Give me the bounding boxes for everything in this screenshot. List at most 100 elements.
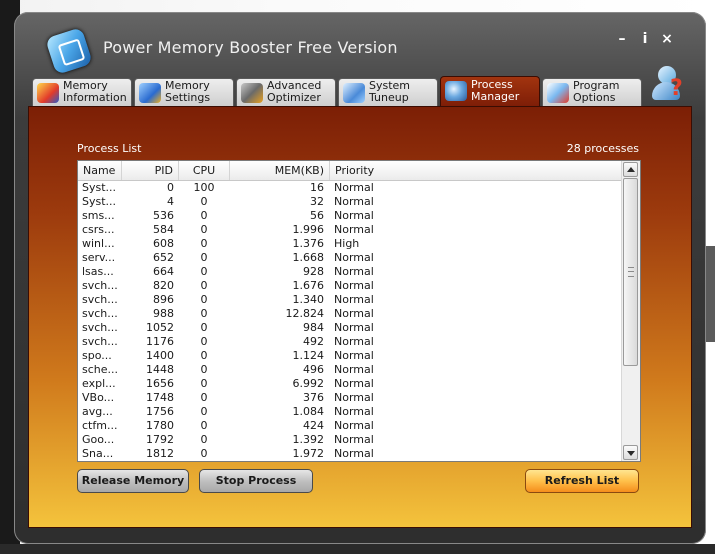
refresh-list-button[interactable]: Refresh List — [525, 469, 639, 493]
process-mem: 1.376 — [292, 237, 325, 250]
table-row[interactable]: spo... 1400 0 1.124 Normal — [78, 349, 621, 363]
process-pid: 584 — [153, 223, 174, 236]
column-header-name[interactable]: Name — [78, 161, 122, 180]
process-mem: 56 — [310, 209, 324, 222]
process-pid: 1656 — [146, 377, 174, 390]
optimizer-icon — [241, 83, 263, 103]
process-mem: 984 — [303, 321, 324, 334]
table-row[interactable]: serv... 652 0 1.668 Normal — [78, 251, 621, 265]
table-row[interactable]: Goo... 1792 0 1.392 Normal — [78, 433, 621, 447]
stop-process-button[interactable]: Stop Process — [199, 469, 313, 493]
tab-process-manager[interactable]: Process Manager — [440, 76, 540, 106]
table-row[interactable]: Syst... 0 100 16 Normal — [78, 181, 621, 195]
table-row[interactable]: Sna... 1812 0 1.972 Normal — [78, 447, 621, 461]
process-cpu: 0 — [200, 405, 208, 418]
table-row[interactable]: svch... 820 0 1.676 Normal — [78, 279, 621, 293]
table-row[interactable]: sche... 1448 0 496 Normal — [78, 363, 621, 377]
table-row[interactable]: winl... 608 0 1.376 High — [78, 237, 621, 251]
minimize-button[interactable]: – — [614, 30, 630, 48]
process-priority: Normal — [334, 447, 374, 460]
desktop-background-bottom — [0, 544, 715, 554]
process-mem: 16 — [310, 181, 324, 194]
process-mem: 492 — [303, 335, 324, 348]
process-priority: Normal — [334, 293, 374, 306]
process-priority: Normal — [334, 195, 374, 208]
title-bar[interactable]: Power Memory Booster Free Version – i × — [14, 12, 706, 76]
tab-program-options[interactable]: Program Options — [542, 78, 642, 106]
process-mem: 1.392 — [292, 433, 325, 446]
process-mem: 6.992 — [292, 377, 325, 390]
table-row[interactable]: Syst... 4 0 32 Normal — [78, 195, 621, 209]
scroll-down-button[interactable] — [623, 445, 638, 460]
table-row[interactable]: avg... 1756 0 1.084 Normal — [78, 405, 621, 419]
process-pid: 1756 — [146, 405, 174, 418]
process-priority: Normal — [334, 405, 374, 418]
tab-system-tuneup[interactable]: System Tuneup — [338, 78, 438, 106]
desktop-background-stripe — [706, 246, 715, 342]
process-list[interactable]: Name PID CPU MEM(KB) Priority Syst... 0 10… — [77, 160, 641, 462]
table-row[interactable]: ctfm... 1780 0 424 Normal — [78, 419, 621, 433]
process-name: svch... — [82, 307, 118, 320]
column-header-mem[interactable]: MEM(KB) — [230, 161, 330, 180]
process-cpu: 0 — [200, 209, 208, 222]
info-button[interactable]: i — [637, 30, 653, 48]
program-options-icon — [547, 83, 569, 103]
process-name: avg... — [82, 405, 113, 418]
help-icon[interactable]: ? — [648, 64, 688, 106]
table-row[interactable]: svch... 896 0 1.340 Normal — [78, 293, 621, 307]
process-cpu: 0 — [200, 251, 208, 264]
scroll-thumb[interactable] — [623, 178, 638, 366]
process-mem: 376 — [303, 391, 324, 404]
column-header-priority[interactable]: Priority — [330, 161, 621, 180]
process-mem: 1.972 — [292, 447, 325, 460]
process-mem: 496 — [303, 363, 324, 376]
process-name: Sna... — [82, 447, 114, 460]
table-row[interactable]: svch... 1052 0 984 Normal — [78, 321, 621, 335]
process-priority: Normal — [334, 433, 374, 446]
process-pid: 1780 — [146, 419, 174, 432]
release-memory-button[interactable]: Release Memory — [77, 469, 189, 493]
process-name: serv... — [82, 251, 116, 264]
process-cpu: 0 — [200, 349, 208, 362]
process-name: expl... — [82, 377, 116, 390]
table-row[interactable]: svch... 988 0 12.824 Normal — [78, 307, 621, 321]
process-pid: 1448 — [146, 363, 174, 376]
tab-advanced-optimizer[interactable]: Advanced Optimizer — [236, 78, 336, 106]
process-list-header: Name PID CPU MEM(KB) Priority — [78, 161, 621, 181]
process-cpu: 0 — [200, 433, 208, 446]
process-name: svch... — [82, 321, 118, 334]
process-priority: Normal — [334, 321, 374, 334]
process-cpu: 0 — [200, 321, 208, 334]
table-row[interactable]: expl... 1656 0 6.992 Normal — [78, 377, 621, 391]
table-row[interactable]: lsas... 664 0 928 Normal — [78, 265, 621, 279]
process-priority: Normal — [334, 419, 374, 432]
close-button[interactable]: × — [659, 30, 675, 48]
process-pid: 4 — [167, 195, 174, 208]
tab-memory-settings[interactable]: Memory Settings — [134, 78, 234, 106]
table-row[interactable]: svch... 1176 0 492 Normal — [78, 335, 621, 349]
tab-memory-information[interactable]: Memory Information — [32, 78, 132, 106]
process-list-scrollbar[interactable] — [621, 161, 640, 461]
tab-label: System Tuneup — [369, 79, 411, 104]
process-cpu: 100 — [193, 181, 215, 194]
process-pid: 1748 — [146, 391, 174, 404]
table-row[interactable]: VBo... 1748 0 376 Normal — [78, 391, 621, 405]
scroll-up-button[interactable] — [623, 162, 638, 177]
process-pid: 1812 — [146, 447, 174, 460]
column-header-cpu[interactable]: CPU — [179, 161, 230, 180]
process-mem: 32 — [310, 195, 324, 208]
table-row[interactable]: sms... 536 0 56 Normal — [78, 209, 621, 223]
process-priority: Normal — [334, 391, 374, 404]
process-cpu: 0 — [200, 279, 208, 292]
gears-icon — [445, 81, 467, 101]
table-row[interactable]: csrs... 584 0 1.996 Normal — [78, 223, 621, 237]
process-cpu: 0 — [200, 293, 208, 306]
process-priority: Normal — [334, 209, 374, 222]
app-logo-icon — [45, 27, 93, 75]
process-mem: 928 — [303, 265, 324, 278]
process-priority: Normal — [334, 363, 374, 376]
process-mem: 424 — [303, 419, 324, 432]
tab-label: Process Manager — [471, 78, 520, 103]
tab-label: Advanced Optimizer — [267, 79, 322, 104]
column-header-pid[interactable]: PID — [122, 161, 179, 180]
